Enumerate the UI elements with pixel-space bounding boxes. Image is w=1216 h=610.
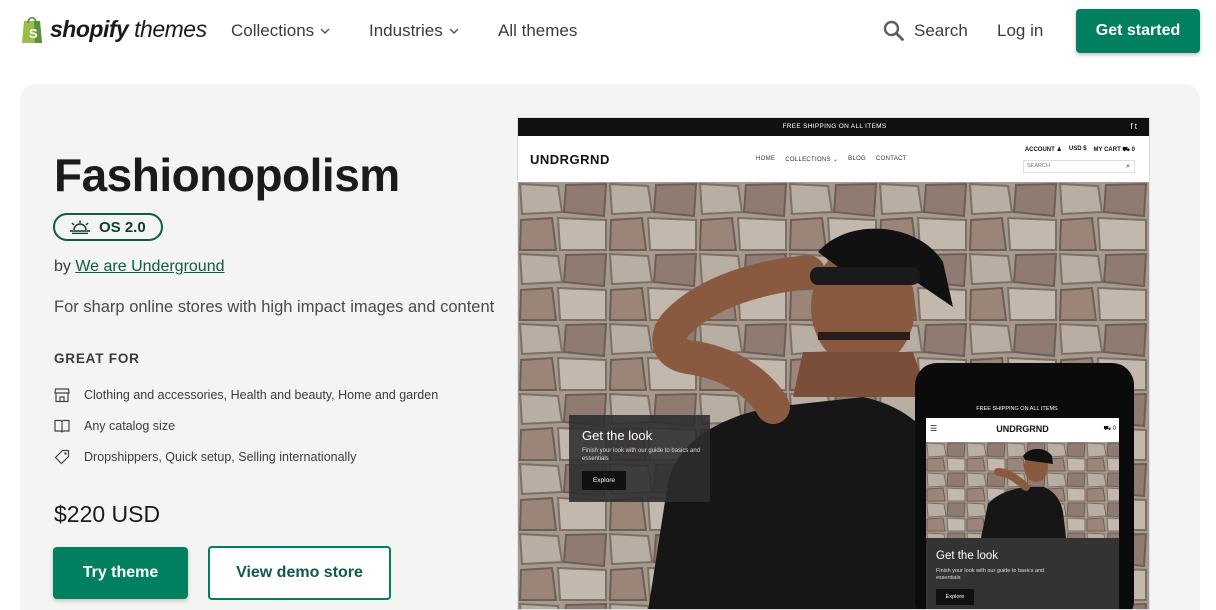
shopify-themes-logo[interactable]: S shopify themes (20, 14, 207, 44)
preview-social-icons: f t (1130, 122, 1137, 131)
logo-wordmark-light: themes (134, 16, 207, 42)
phone-store-logo: UNDRGRND (996, 424, 1049, 434)
search-label: Search (914, 20, 968, 40)
nav-all-themes-label: All themes (498, 21, 578, 40)
preview-search-placeholder: SEARCH (1027, 163, 1050, 169)
nav-industries-label: Industries (369, 21, 443, 40)
byline-prefix: by (54, 258, 71, 275)
chevron-down-icon (449, 28, 459, 34)
preview-explore-button: Explore (582, 471, 626, 490)
phone-get-the-look-card: Get the look Finish your look with our g… (926, 538, 1119, 609)
phone-look-subtitle: Finish your look with our guide to basic… (936, 568, 1045, 581)
phone-cart: ⛟ 0 (1103, 426, 1116, 432)
theme-tagline: For sharp online stores with high impact… (54, 298, 495, 316)
login-link[interactable]: Log in (997, 21, 1043, 41)
phone-hero-image (926, 442, 1119, 538)
preview-cart: MY CART ⛟ 0 (1093, 147, 1135, 153)
try-theme-button[interactable]: Try theme (53, 547, 188, 599)
shopify-bag-icon: S (22, 16, 42, 43)
look-subtitle: Finish your look with our guide to basic… (582, 448, 701, 462)
preview-account: ACCOUNT ♟ (1024, 147, 1062, 153)
os2-badge: OS 2.0 (53, 213, 163, 241)
author-link[interactable]: We are Underground (75, 258, 224, 275)
search-icon (883, 20, 904, 41)
theme-byline: by We are Underground (54, 258, 224, 276)
feature-text: Dropshippers, Quick setup, Selling inter… (84, 450, 357, 464)
theme-preview-desktop[interactable]: FREE SHIPPING ON ALL ITEMS f t UNDRGRND … (517, 117, 1150, 610)
nav-collections[interactable]: Collections (231, 21, 330, 41)
phone-header: ☰ UNDRGRND ⛟ 0 (926, 418, 1119, 442)
nav-collections-label: Collections (231, 21, 315, 40)
catalog-icon (54, 419, 70, 433)
chevron-down-icon (320, 28, 330, 34)
nav-all-themes[interactable]: All themes (498, 21, 577, 41)
preview-store-header: UNDRGRND HOME COLLECTIONS ⌄ BLOG CONTACT… (518, 136, 1149, 182)
top-navigation: S shopify themes Collections Industries … (0, 0, 1216, 64)
phone-explore-button: Explore (936, 589, 974, 605)
preview-shipping-banner: FREE SHIPPING ON ALL ITEMS (518, 118, 1149, 136)
preview-menu-item: COLLECTIONS ⌄ (785, 157, 839, 163)
preview-store-logo: UNDRGRND (530, 152, 610, 167)
logo-wordmark-bold: shopify (50, 16, 129, 42)
preview-currency: USD $ (1068, 146, 1087, 152)
tag-icon (54, 449, 70, 465)
preview-phone-mockup: FREE SHIPPING ON ALL ITEMS ☰ UNDRGRND ⛟ … (915, 363, 1134, 609)
feature-item: Dropshippers, Quick setup, Selling inter… (54, 449, 356, 465)
preview-menu-item: HOME (756, 156, 776, 162)
search-icon: ⌕ (1126, 163, 1130, 170)
preview-store-menu: HOME COLLECTIONS ⌄ BLOG CONTACT (756, 156, 907, 163)
view-demo-store-button[interactable]: View demo store (208, 546, 391, 600)
feature-text: Any catalog size (84, 419, 176, 433)
theme-title: Fashionopolism (54, 149, 400, 201)
preview-menu-item: BLOG (848, 156, 867, 162)
phone-screen: ☰ UNDRGRND ⛟ 0 Get the look Finish your … (926, 418, 1119, 609)
preview-account-bar: ACCOUNT ♟ USD $ MY CART ⛟ 0 (1025, 146, 1135, 154)
feature-item: Any catalog size (54, 418, 175, 434)
store-icon (54, 388, 70, 403)
great-for-heading: GREAT FOR (54, 351, 140, 366)
preview-search-field: SEARCH ⌕ (1023, 160, 1135, 173)
feature-text: Clothing and accessories, Health and bea… (84, 388, 439, 402)
theme-price: $220 USD (54, 501, 161, 527)
sunrise-icon (70, 220, 90, 234)
preview-get-the-look-card: Get the look Finish your look with our g… (569, 415, 710, 502)
search-link[interactable]: Search (883, 20, 968, 41)
nav-industries[interactable]: Industries (369, 21, 459, 41)
feature-item: Clothing and accessories, Health and bea… (54, 387, 438, 403)
preview-menu-item: CONTACT (876, 156, 907, 162)
phone-look-title: Get the look (936, 550, 999, 562)
get-started-button[interactable]: Get started (1076, 9, 1200, 53)
phone-shipping-banner: FREE SHIPPING ON ALL ITEMS (976, 406, 1058, 412)
look-title: Get the look (582, 428, 653, 443)
svg-text:S: S (29, 26, 38, 41)
os2-badge-label: OS 2.0 (99, 218, 146, 236)
